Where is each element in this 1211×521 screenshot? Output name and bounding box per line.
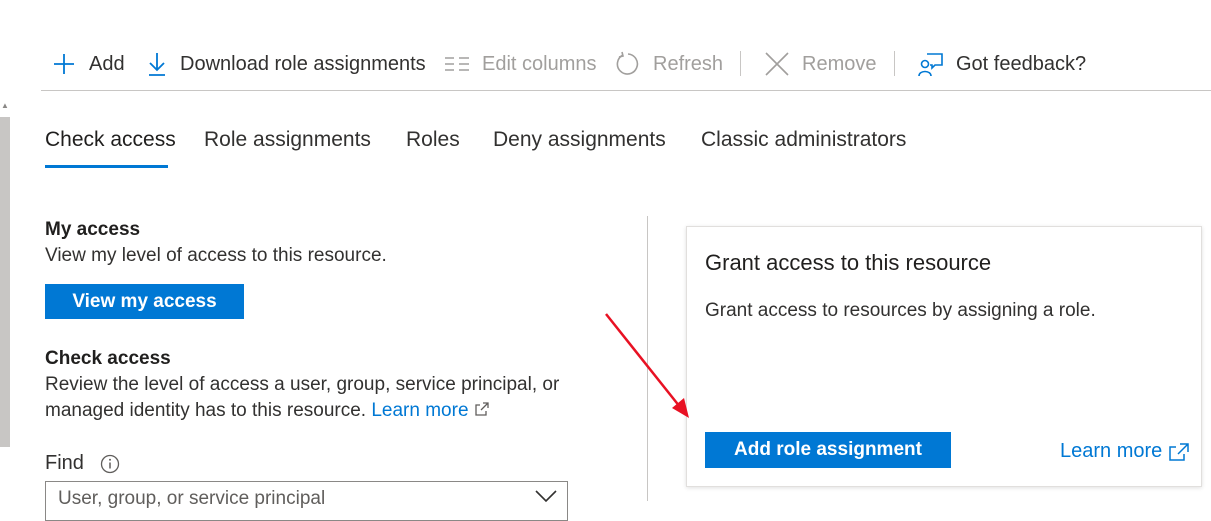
toolbar-divider <box>41 90 1211 91</box>
external-link-icon <box>1168 442 1190 462</box>
find-placeholder: User, group, or service principal <box>58 488 326 509</box>
grant-card-learn-more-link[interactable]: Learn more <box>1060 440 1190 463</box>
chevron-down-icon <box>535 488 557 510</box>
learn-more-label: Learn more <box>1060 440 1163 462</box>
edit-columns-label: Edit columns <box>482 52 597 75</box>
add-button[interactable]: Add <box>51 42 125 86</box>
tab-check-access[interactable]: Check access <box>45 128 176 152</box>
remove-button[interactable]: Remove <box>764 42 876 86</box>
tab-roles[interactable]: Roles <box>406 128 460 152</box>
find-principal-dropdown[interactable]: User, group, or service principal <box>45 481 568 521</box>
remove-icon <box>764 51 790 77</box>
external-link-icon <box>474 400 490 421</box>
edit-columns-icon <box>444 51 470 77</box>
download-label: Download role assignments <box>180 52 426 75</box>
grant-access-card: Grant access to this resource Grant acce… <box>686 226 1202 487</box>
check-access-title: Check access <box>45 348 171 369</box>
my-access-description: View my level of access to this resource… <box>45 245 387 266</box>
plus-icon <box>51 51 77 77</box>
grant-card-title: Grant access to this resource <box>705 250 992 275</box>
my-access-title: My access <box>45 219 141 240</box>
add-role-assignment-button[interactable]: Add role assignment <box>705 432 951 468</box>
feedback-label: Got feedback? <box>956 52 1087 75</box>
find-label: Find <box>45 452 84 474</box>
tab-deny-assignments[interactable]: Deny assignments <box>493 128 666 152</box>
remove-label: Remove <box>802 52 877 75</box>
feedback-icon <box>918 51 944 77</box>
download-role-assignments-button[interactable]: Download role assignments <box>146 42 426 86</box>
scrollbar-thumb[interactable] <box>0 117 10 447</box>
annotation-arrow <box>605 313 689 418</box>
page-scrollbar[interactable]: ▲ <box>0 95 10 501</box>
edit-columns-button[interactable]: Edit columns <box>444 42 597 86</box>
active-tab-indicator <box>45 165 168 168</box>
command-bar: Add Download role assignments Edit colum… <box>41 42 1211 90</box>
check-access-description-block: Review the level of access a user, group… <box>45 372 605 424</box>
info-icon[interactable] <box>100 454 120 474</box>
refresh-icon <box>615 51 641 77</box>
refresh-label: Refresh <box>653 52 724 75</box>
scroll-up-icon[interactable]: ▲ <box>1 101 9 110</box>
tab-classic-administrators[interactable]: Classic administrators <box>701 128 906 152</box>
toolbar-separator <box>740 51 741 76</box>
find-field-label: Find <box>45 452 120 475</box>
grant-card-description: Grant access to resources by assigning a… <box>705 300 1096 321</box>
download-icon <box>146 51 168 77</box>
check-access-learn-more-link[interactable]: Learn more <box>371 400 489 421</box>
add-label: Add <box>89 52 125 75</box>
toolbar-separator <box>894 51 895 76</box>
view-my-access-button[interactable]: View my access <box>45 284 244 319</box>
tab-role-assignments[interactable]: Role assignments <box>204 128 371 152</box>
feedback-button[interactable]: Got feedback? <box>918 42 1086 86</box>
refresh-button[interactable]: Refresh <box>615 42 723 86</box>
learn-more-label: Learn more <box>371 400 469 421</box>
